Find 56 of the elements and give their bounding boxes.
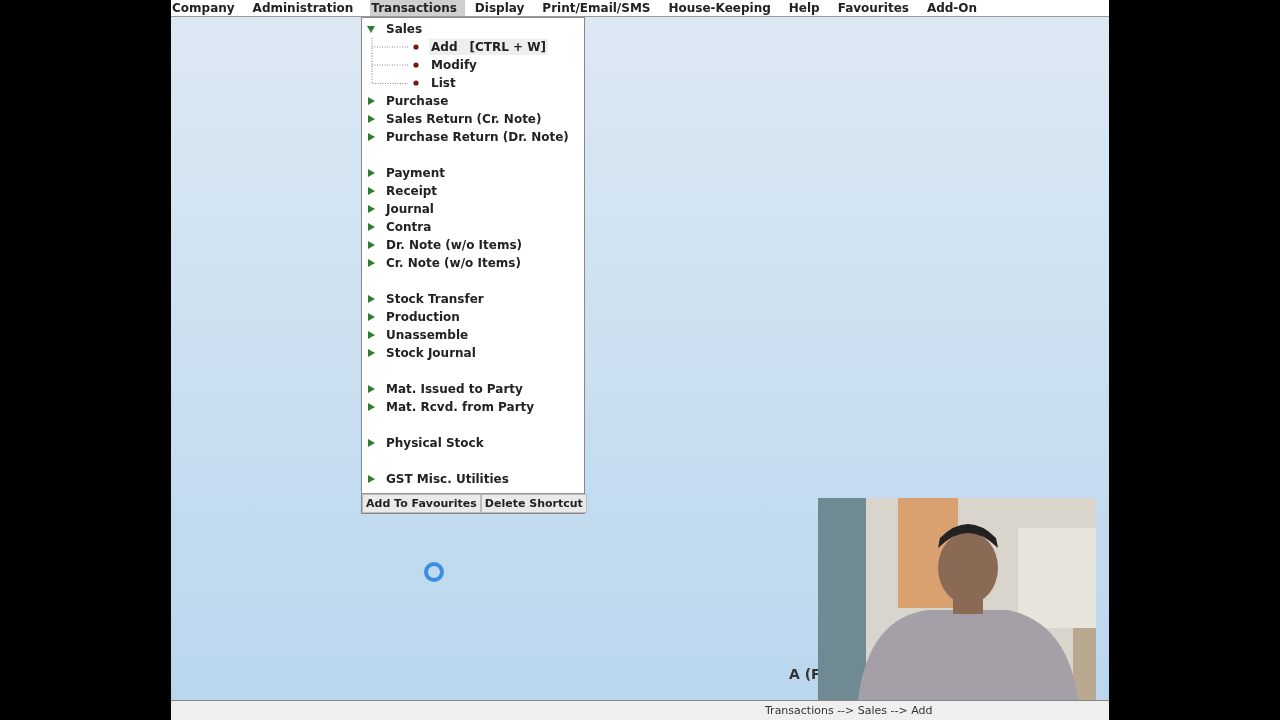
- loading-spinner-icon: [422, 560, 446, 584]
- menu-entry[interactable]: Purchase Return (Dr. Note): [386, 130, 569, 144]
- menu-button[interactable]: Add To Favourites: [362, 494, 481, 513]
- tree-connector: [370, 38, 410, 56]
- bullet-icon: [413, 80, 419, 86]
- menu-entry[interactable]: Cr. Note (w/o Items): [386, 256, 521, 270]
- collapsed-triangle-icon[interactable]: [366, 258, 376, 268]
- menu-item[interactable]: Display: [473, 0, 533, 16]
- collapsed-triangle-icon[interactable]: [366, 312, 376, 322]
- menu-entry[interactable]: Stock Transfer: [386, 292, 484, 306]
- menu-entry[interactable]: GST Misc. Utilities: [386, 472, 509, 486]
- bullet-icon: [413, 62, 419, 68]
- collapsed-triangle-icon[interactable]: [366, 240, 376, 250]
- menu-entry[interactable]: Physical Stock: [386, 436, 484, 450]
- collapsed-triangle-icon[interactable]: [366, 402, 376, 412]
- collapsed-triangle-icon[interactable]: [366, 114, 376, 124]
- menu-entry[interactable]: Sales Return (Cr. Note): [386, 112, 542, 126]
- menu-entry[interactable]: Dr. Note (w/o Items): [386, 238, 523, 252]
- menu-item[interactable]: Help: [787, 0, 828, 16]
- submenu-entry[interactable]: Add [CTRL + W]: [429, 39, 548, 55]
- menu-entry[interactable]: Sales: [386, 22, 423, 36]
- menu-entry[interactable]: Purchase: [386, 94, 449, 108]
- submenu-entry[interactable]: List: [429, 75, 458, 91]
- menu-item[interactable]: House-Keeping: [667, 0, 779, 16]
- menu-item[interactable]: Company: [171, 0, 243, 16]
- collapsed-triangle-icon[interactable]: [366, 186, 376, 196]
- breadcrumb-path: Transactions --> Sales --> Add: [765, 704, 933, 717]
- menu-entry[interactable]: Stock Journal: [386, 346, 476, 360]
- collapsed-triangle-icon[interactable]: [366, 474, 376, 484]
- menu-item[interactable]: Add-On: [925, 0, 986, 16]
- submenu-entry[interactable]: Modify: [429, 57, 479, 73]
- collapsed-triangle-icon[interactable]: [366, 330, 376, 340]
- collapsed-triangle-icon[interactable]: [366, 438, 376, 448]
- menu-entry[interactable]: Mat. Issued to Party: [386, 382, 523, 396]
- menu-entry[interactable]: Contra: [386, 220, 432, 234]
- collapsed-triangle-icon[interactable]: [366, 204, 376, 214]
- menu-entry[interactable]: Receipt: [386, 184, 438, 198]
- collapsed-triangle-icon[interactable]: [366, 96, 376, 106]
- collapsed-triangle-icon[interactable]: [366, 294, 376, 304]
- collapsed-triangle-icon[interactable]: [366, 222, 376, 232]
- menu-item[interactable]: Print/Email/SMS: [541, 0, 659, 16]
- menu-item[interactable]: Favourites: [836, 0, 917, 16]
- menu-item[interactable]: Administration: [251, 0, 362, 16]
- menu-entry[interactable]: Journal: [386, 202, 434, 216]
- menu-entry[interactable]: Production: [386, 310, 460, 324]
- collapsed-triangle-icon[interactable]: [366, 348, 376, 358]
- bullet-icon: [413, 44, 419, 50]
- menu-entry[interactable]: Payment: [386, 166, 445, 180]
- collapsed-triangle-icon[interactable]: [366, 168, 376, 178]
- menu-button[interactable]: Delete Shortcut: [480, 494, 587, 513]
- menu-item[interactable]: Transactions: [370, 0, 465, 16]
- collapsed-triangle-icon[interactable]: [366, 384, 376, 394]
- collapsed-triangle-icon[interactable]: [366, 132, 376, 142]
- menu-entry[interactable]: Unassemble: [386, 328, 469, 342]
- menu-entry[interactable]: Mat. Rcvd. from Party: [386, 400, 535, 414]
- expanded-triangle-icon[interactable]: [366, 24, 376, 34]
